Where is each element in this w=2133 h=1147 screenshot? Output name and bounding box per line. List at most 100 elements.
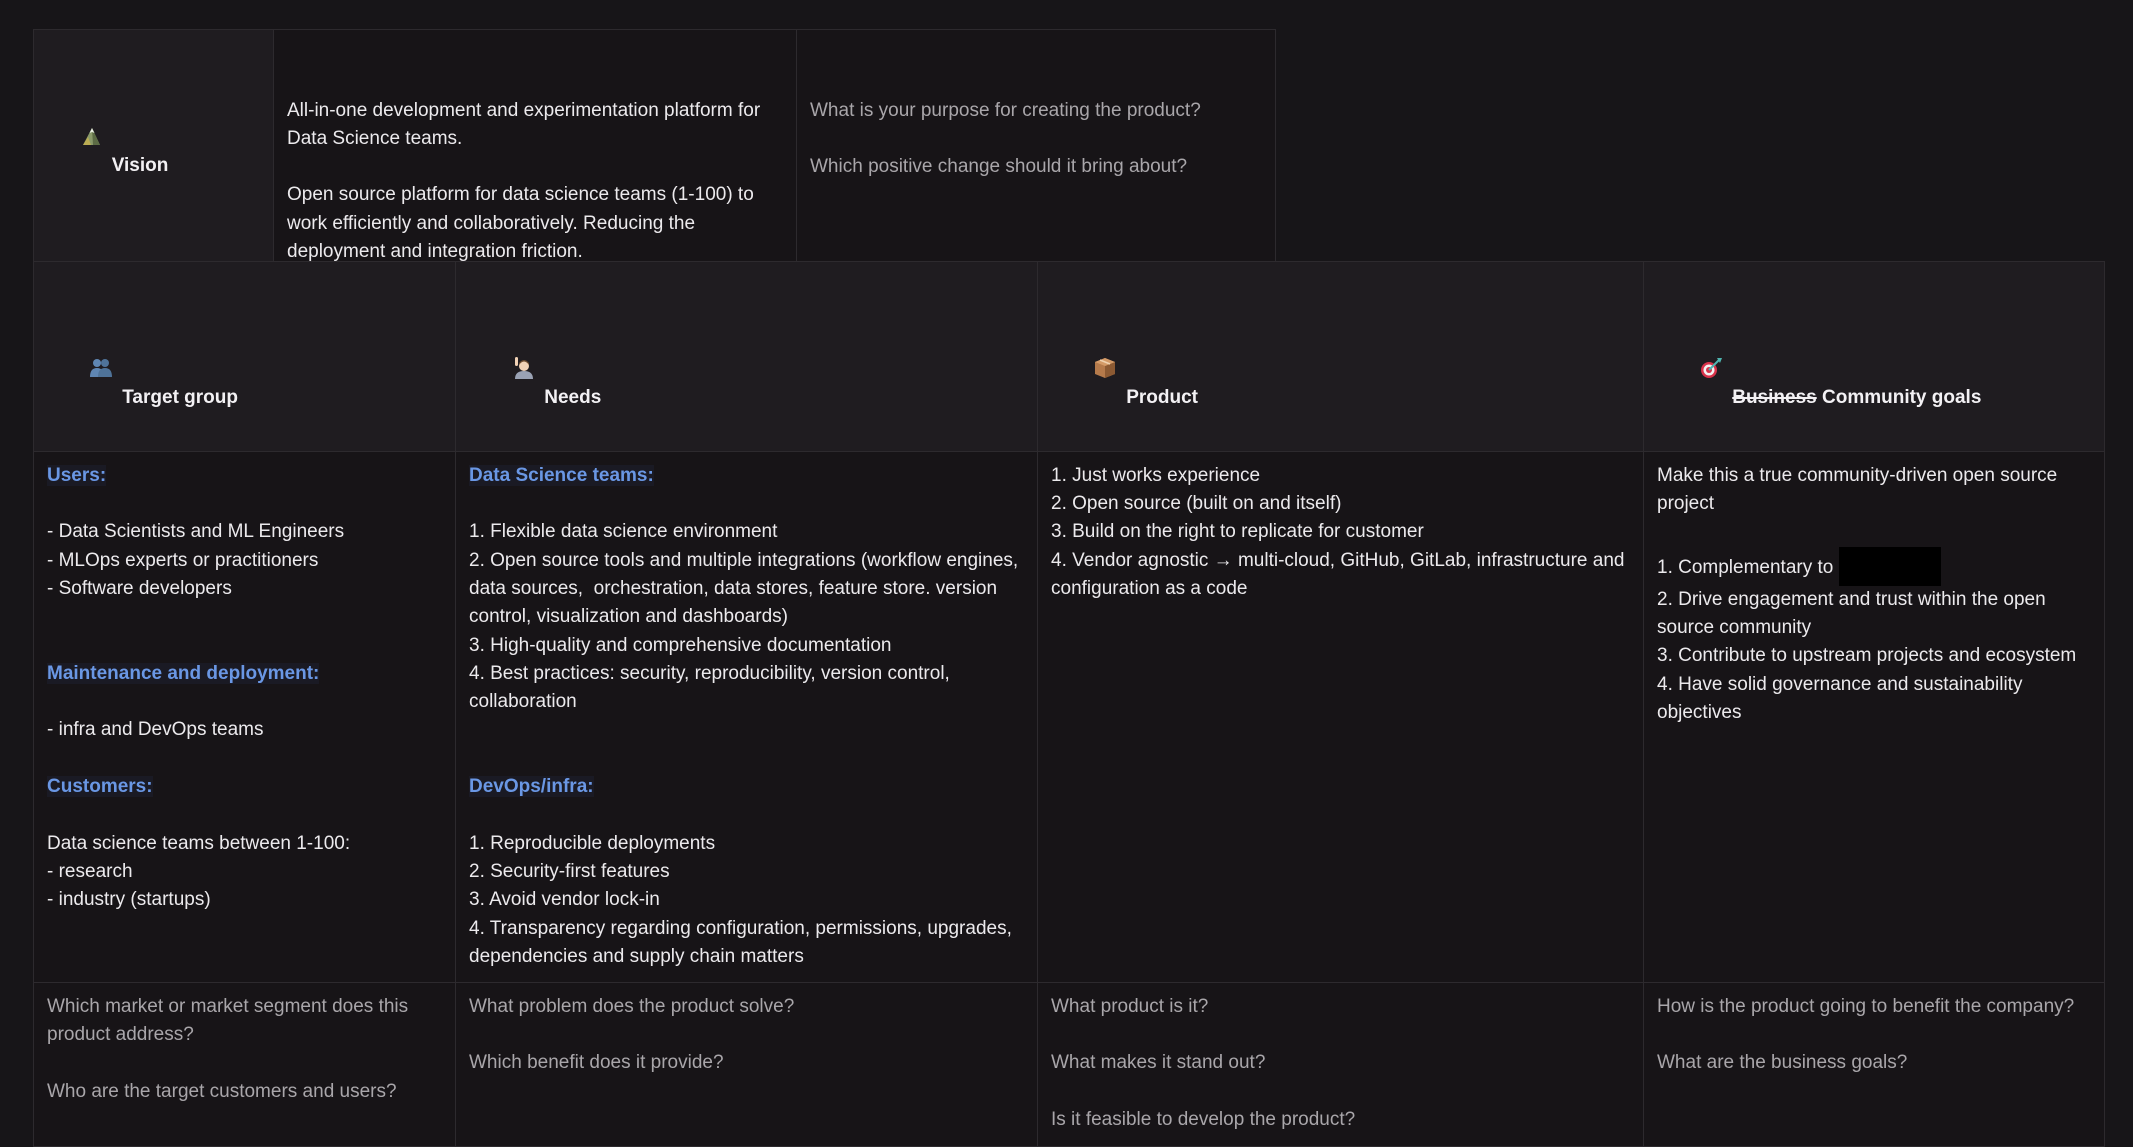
list-item: 1. Reproducible deployments bbox=[469, 832, 716, 854]
content-cell-target-group[interactable]: Users: - Data Scientists and ML Engineers… bbox=[33, 450, 456, 983]
column-title: Needs bbox=[544, 387, 602, 409]
section-label: DevOps/infra: bbox=[469, 776, 594, 798]
list-item: 1. Flexible data science environment bbox=[469, 521, 778, 543]
people-icon bbox=[89, 300, 113, 377]
struck-title: Business bbox=[1732, 387, 1817, 409]
list-item: Make this a true community-driven open s… bbox=[1657, 464, 2063, 515]
list-item: - Software developers bbox=[47, 577, 232, 599]
question-cell-product[interactable]: What product is it? What makes it stand o… bbox=[1037, 981, 1644, 1147]
list-item: Data science teams between 1-100: bbox=[47, 832, 351, 854]
cell-content: 1. Just works experience 2. Open source (… bbox=[1051, 462, 1630, 603]
target-icon bbox=[1699, 300, 1723, 378]
guidance-question: Which positive change should it bring ab… bbox=[810, 156, 1188, 178]
package-icon bbox=[1093, 300, 1117, 378]
question-cell-target-group[interactable]: Which market or market segment does this… bbox=[33, 981, 456, 1147]
guidance-question: What is your purpose for creating the pr… bbox=[810, 99, 1201, 121]
list-item: - industry (startups) bbox=[47, 889, 211, 911]
section-heading: Maintenance and deployment: bbox=[47, 660, 442, 688]
vision-guidance: What is your purpose for creating the pr… bbox=[810, 97, 1262, 182]
list-item: 2. Drive engagement and trust within the… bbox=[1657, 588, 2051, 638]
list-item: - MLOps experts or practitioners bbox=[47, 549, 319, 571]
list-item: 4. Have solid governance and sustainabil… bbox=[1657, 673, 2028, 723]
board-header-row: Target group Needs Product Business Comm… bbox=[33, 261, 2105, 452]
list-item: 1. Complementary to bbox=[1657, 546, 2091, 586]
cell-questions: Which market or market segment does this… bbox=[47, 993, 442, 1106]
column-title: Community goals bbox=[1822, 387, 1982, 409]
guidance-question: What product is it? bbox=[1051, 995, 1209, 1017]
guidance-question: What are the business goals? bbox=[1657, 1052, 1908, 1074]
list-item: 3. Contribute to upstream projects and e… bbox=[1657, 645, 2077, 667]
cell-questions: What product is it? What makes it stand o… bbox=[1051, 993, 1630, 1134]
statement-line: All-in-one development and experimentati… bbox=[287, 99, 766, 149]
vision-statement: All-in-one development and experimentati… bbox=[287, 97, 783, 267]
guidance-question: How is the product going to benefit the … bbox=[1657, 995, 2075, 1017]
board-content-row: Users: - Data Scientists and ML Engineers… bbox=[33, 450, 2105, 983]
guidance-question: Who are the target customers and users? bbox=[47, 1080, 397, 1102]
cell-questions: What problem does the product solve? Whic… bbox=[469, 993, 1024, 1078]
content-cell-product[interactable]: 1. Just works experience 2. Open source (… bbox=[1037, 450, 1644, 983]
column-title: Product bbox=[1126, 387, 1199, 409]
section-heading: Users: bbox=[47, 462, 442, 490]
cell-content: Data Science teams: 1. Flexible data scie… bbox=[469, 462, 1024, 971]
section-heading: Data Science teams: bbox=[469, 462, 1024, 490]
list-item: 3. Build on the right to replicate for c… bbox=[1051, 521, 1424, 543]
section-label: Customers: bbox=[47, 776, 153, 798]
guidance-question: Which benefit does it provide? bbox=[469, 1052, 724, 1074]
cell-questions: How is the product going to benefit the … bbox=[1657, 993, 2091, 1078]
cell-content: Make this a true community-driven open s… bbox=[1657, 462, 2091, 727]
list-item: 3. Avoid vendor lock-in bbox=[469, 889, 660, 911]
vision-title: Vision bbox=[111, 155, 169, 177]
list-item: 2. Open source tools and multiple integr… bbox=[469, 549, 1024, 628]
section-label: Maintenance and deployment: bbox=[47, 662, 320, 684]
section-heading: Customers: bbox=[47, 773, 442, 801]
raising-hand-icon bbox=[511, 300, 535, 379]
section-label: Users: bbox=[47, 464, 107, 486]
list-item: - infra and DevOps teams bbox=[47, 719, 264, 741]
board-questions-row: Which market or market segment does this… bbox=[33, 981, 2105, 1147]
cell-content: Users: - Data Scientists and ML Engineers… bbox=[47, 462, 442, 915]
list-item: 4. Vendor agnostic → multi-cloud, GitHub… bbox=[1051, 549, 1630, 599]
question-cell-goals[interactable]: How is the product going to benefit the … bbox=[1643, 981, 2105, 1147]
column-header-goals[interactable]: Business Community goals bbox=[1643, 261, 2105, 452]
guidance-question: Which market or market segment does this… bbox=[47, 995, 414, 1046]
content-cell-needs[interactable]: Data Science teams: 1. Flexible data scie… bbox=[455, 450, 1038, 983]
list-item-text: 1. Complementary to bbox=[1657, 556, 1839, 578]
product-vision-board: Target group Needs Product Business Comm… bbox=[33, 261, 2105, 1147]
redacted-block bbox=[1838, 546, 1941, 586]
statement-line: Open source platform for data science te… bbox=[287, 184, 760, 263]
section-heading: DevOps/infra: bbox=[469, 773, 1024, 801]
guidance-question: What makes it stand out? bbox=[1051, 1052, 1266, 1074]
list-item: - research bbox=[47, 860, 133, 882]
list-item: 1. Just works experience bbox=[1051, 464, 1261, 486]
list-item: 2. Open source (built on and itself) bbox=[1051, 493, 1342, 515]
column-header-target-group[interactable]: Target group bbox=[33, 261, 456, 452]
question-cell-needs[interactable]: What problem does the product solve? Whic… bbox=[455, 981, 1038, 1147]
content-cell-goals[interactable]: Make this a true community-driven open s… bbox=[1643, 450, 2105, 983]
list-item: 4. Transparency regarding configuration,… bbox=[469, 917, 1018, 967]
mountain-icon bbox=[79, 68, 103, 145]
section-label: Data Science teams: bbox=[469, 464, 654, 486]
column-title: Target group bbox=[122, 387, 238, 409]
column-header-product[interactable]: Product bbox=[1037, 261, 1644, 452]
list-item: 4. Best practices: security, reproducibi… bbox=[469, 662, 956, 713]
guidance-question: What problem does the product solve? bbox=[469, 995, 795, 1017]
column-header-needs[interactable]: Needs bbox=[455, 261, 1038, 452]
